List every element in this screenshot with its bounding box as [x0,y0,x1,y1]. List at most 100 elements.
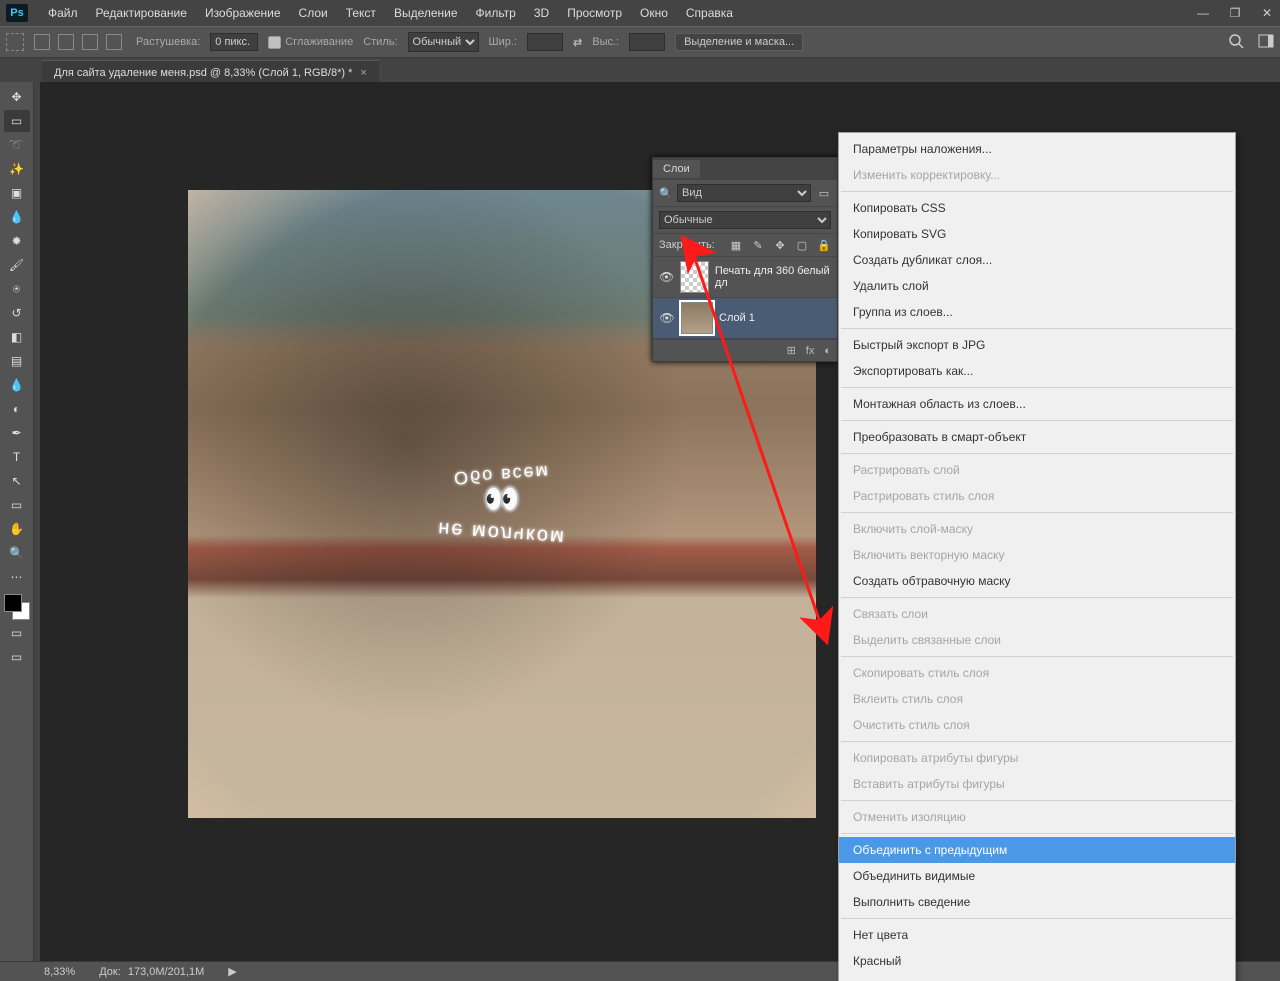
menu-item[interactable]: Объединить видимые [839,863,1235,889]
menu-файл[interactable]: Файл [40,2,86,24]
lock-image-icon[interactable]: ✎ [751,238,765,252]
layer-fx-icon[interactable]: fx [806,345,815,357]
status-chevron-icon[interactable]: ▶ [228,965,236,978]
hand-tool[interactable]: ✋ [4,518,30,540]
menu-item[interactable]: Преобразовать в смарт-объект [839,424,1235,450]
link-layers-icon[interactable]: ⊞ [787,344,796,357]
menu-item[interactable]: Красный [839,948,1235,974]
dodge-tool[interactable]: ◐ [4,398,30,420]
visibility-icon[interactable]: 👁 [659,270,674,284]
add-selection-icon[interactable] [58,34,74,50]
menu-item[interactable]: Объединить с предыдущим [839,837,1235,863]
layer-name[interactable]: Слой 1 [719,312,755,324]
marquee-tool[interactable]: ▭ [4,110,30,132]
new-selection-icon[interactable] [34,34,50,50]
layers-panel[interactable]: Слои 🔍 Вид ▭ Обычные Закрепить: ▦ ✎ ✥ ▢ … [652,157,838,362]
menu-item[interactable]: Группа из слоев... [839,299,1235,325]
spot-heal-tool[interactable]: ✹ [4,230,30,252]
layer-name[interactable]: Печать для 360 белый дл [715,265,831,289]
layer-row[interactable]: 👁 Печать для 360 белый дл [653,257,837,298]
menu-item: Растрировать стиль слоя [839,483,1235,509]
filter-toggle-icon[interactable]: ▭ [817,187,831,200]
color-swatch[interactable] [4,594,30,620]
menu-3d[interactable]: 3D [526,2,557,24]
blur-tool[interactable]: 💧 [4,374,30,396]
menu-item[interactable]: Нет цвета [839,922,1235,948]
blend-mode-select[interactable]: Обычные [659,211,831,229]
maximize-button[interactable]: ❐ [1228,6,1242,20]
menu-item: Вклеить стиль слоя [839,686,1235,712]
type-tool[interactable]: T [4,446,30,468]
minimize-button[interactable]: — [1196,6,1210,20]
swap-wh-icon[interactable]: ⇄ [573,36,582,49]
menu-текст[interactable]: Текст [338,2,384,24]
layer-thumbnail[interactable] [680,261,709,293]
edit-toolbar-button[interactable]: ⋯ [4,566,30,588]
menu-слои[interactable]: Слои [291,2,336,24]
history-brush-tool[interactable]: ↺ [4,302,30,324]
menu-фильтр[interactable]: Фильтр [468,2,524,24]
document-tab-close-icon[interactable]: × [360,67,366,79]
screen-mode-icon[interactable]: ▭ [4,646,30,668]
lock-transparency-icon[interactable]: ▦ [729,238,743,252]
stamp-tool[interactable]: ⍟ [4,278,30,300]
layer-row[interactable]: 👁 Слой 1 [653,298,837,339]
menu-item[interactable]: Монтажная область из слоев... [839,391,1235,417]
menu-item[interactable]: Экспортировать как... [839,358,1235,384]
menu-item[interactable]: Быстрый экспорт в JPG [839,332,1235,358]
menu-item[interactable]: Копировать CSS [839,195,1235,221]
search-icon[interactable] [1228,33,1244,52]
menu-item: Выделить связанные слои [839,627,1235,653]
workspace-switcher-icon[interactable] [1258,33,1274,52]
menu-item[interactable]: Создать дубликат слоя... [839,247,1235,273]
zoom-readout[interactable]: 8,33% [44,966,75,978]
rectangle-tool[interactable]: ▭ [4,494,30,516]
intersect-selection-icon[interactable] [106,34,122,50]
layer-thumbnail[interactable] [681,302,713,334]
layers-tab[interactable]: Слои [653,160,700,178]
crop-tool[interactable]: ▣ [4,182,30,204]
lasso-tool[interactable]: ➰ [4,134,30,156]
menu-item[interactable]: Создать обтравочную маску [839,568,1235,594]
search-icon[interactable]: 🔍 [659,187,671,200]
pen-tool[interactable]: ✒ [4,422,30,444]
menu-item[interactable]: Удалить слой [839,273,1235,299]
menu-item[interactable]: Оранжевый [839,974,1235,981]
path-select-tool[interactable]: ↖ [4,470,30,492]
wand-tool[interactable]: ✨ [4,158,30,180]
feather-input[interactable] [210,33,258,51]
layer-context-menu[interactable]: Параметры наложения...Изменить корректир… [838,132,1236,981]
menu-item[interactable]: Выполнить сведение [839,889,1235,915]
lock-artboard-icon[interactable]: ▢ [795,238,809,252]
watermark-top-text: Обо всем [438,460,567,490]
subtract-selection-icon[interactable] [82,34,98,50]
menu-separator [841,512,1233,513]
lock-all-icon[interactable]: 🔒 [817,238,831,252]
antialias-checkbox[interactable] [268,36,281,49]
foreground-color[interactable] [4,594,22,612]
select-and-mask-button[interactable]: Выделение и маска... [675,33,803,51]
close-button[interactable]: ✕ [1260,6,1274,20]
layer-filter-kind[interactable]: Вид [677,184,811,202]
menu-item[interactable]: Копировать SVG [839,221,1235,247]
visibility-icon[interactable]: 👁 [659,311,675,325]
menu-просмотр[interactable]: Просмотр [559,2,630,24]
quick-mask-icon[interactable]: ▭ [4,622,30,644]
menu-изображение[interactable]: Изображение [197,2,289,24]
zoom-tool[interactable]: 🔍 [4,542,30,564]
document-tab[interactable]: Для сайта удаление меня.psd @ 8,33% (Сло… [42,60,379,82]
gradient-tool[interactable]: ▤ [4,350,30,372]
menu-item[interactable]: Параметры наложения... [839,136,1235,162]
menu-окно[interactable]: Окно [632,2,676,24]
menu-выделение[interactable]: Выделение [386,2,466,24]
layer-mask-icon[interactable]: ◐ [824,345,831,357]
eraser-tool[interactable]: ◧ [4,326,30,348]
eyedropper-tool[interactable]: 💧 [4,206,30,228]
brush-tool[interactable]: 🖌 [4,254,30,276]
style-select[interactable]: Обычный [408,32,479,52]
marquee-tool-icon[interactable] [6,33,24,51]
menu-справка[interactable]: Справка [678,2,741,24]
lock-position-icon[interactable]: ✥ [773,238,787,252]
move-tool[interactable]: ✥ [4,86,30,108]
menu-редактирование[interactable]: Редактирование [88,2,195,24]
